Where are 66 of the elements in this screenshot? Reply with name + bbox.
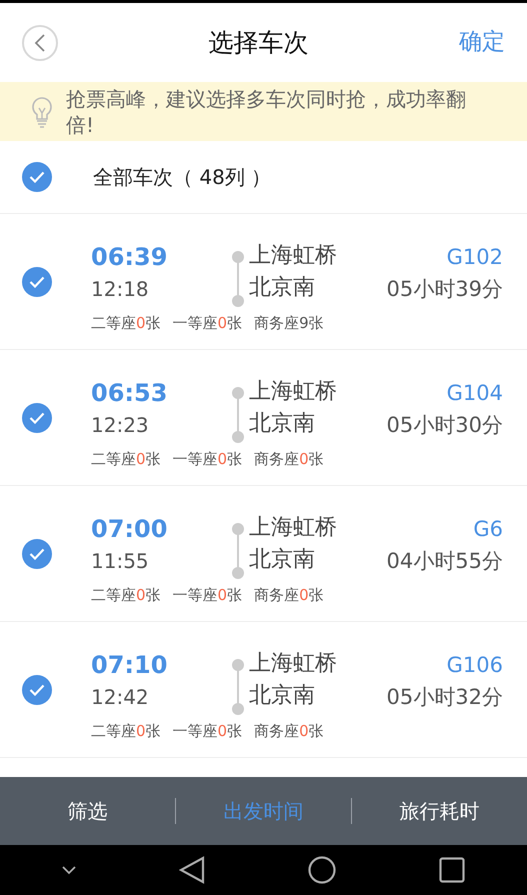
- seat-availability: 一等座0张: [172, 721, 242, 742]
- sort-tab[interactable]: 旅行耗时: [352, 790, 527, 832]
- tip-text: 抢票高峰，建议选择多车次同时抢，成功率翻倍!: [66, 86, 467, 138]
- seat-availability: 一等座0张: [172, 313, 242, 334]
- route-line-icon: [231, 386, 245, 444]
- arrival-time: 12:18: [91, 276, 150, 303]
- departure-time: 06:53: [91, 378, 168, 409]
- checkmark-icon: [29, 412, 45, 424]
- departure-station: 上海虹桥: [249, 514, 337, 542]
- seat-availability: 商务座0张: [254, 449, 324, 470]
- route-line-icon: [231, 250, 245, 308]
- arrival-time: 11:55: [91, 548, 150, 575]
- checkbox[interactable]: [22, 674, 52, 704]
- arrival-station: 北京南: [249, 274, 316, 302]
- train-number: G6: [472, 516, 503, 543]
- arrival-station: 北京南: [249, 410, 316, 438]
- train-number: G102: [446, 244, 503, 271]
- back-button[interactable]: [22, 24, 58, 60]
- seat-availability: 商务座0张: [254, 721, 324, 742]
- departure-time: 07:00: [91, 514, 168, 545]
- departure-station: 上海虹桥: [249, 650, 337, 678]
- back-icon[interactable]: [178, 856, 205, 884]
- checkmark-icon: [29, 684, 45, 696]
- seat-availability: 二等座0张: [91, 585, 161, 606]
- home-icon[interactable]: [308, 856, 336, 884]
- arrival-time: 12:23: [91, 412, 150, 439]
- arrival-station: 北京南: [249, 682, 316, 710]
- departure-station: 上海虹桥: [249, 242, 337, 270]
- seat-availability: 商务座0张: [254, 585, 324, 606]
- sort-tab[interactable]: 筛选: [0, 790, 175, 832]
- arrival-time: 12:42: [91, 684, 150, 711]
- checkbox[interactable]: [22, 162, 52, 192]
- select-all-label: 全部车次（ 48列 ）: [93, 164, 272, 191]
- train-row[interactable]: 07:10 12:42 上海虹桥 北京南 G106 05小时32分 二等座0张 一等座0张 商务座0张: [0, 622, 527, 758]
- train-number: G104: [446, 380, 503, 407]
- route-line-icon: [231, 522, 245, 580]
- seat-availability: 商务座9张: [254, 313, 324, 334]
- seat-availability: 一等座0张: [172, 449, 242, 470]
- seat-availability: 二等座0张: [91, 721, 161, 742]
- train-row[interactable]: 07:00 11:55 上海虹桥 北京南 G6 04小时55分 二等座0张 一等座0张 商务座0张: [0, 486, 527, 622]
- travel-duration: 05小时32分: [386, 684, 503, 711]
- checkmark-icon: [29, 171, 45, 183]
- departure-time: 06:39: [91, 242, 168, 273]
- seat-availability: 一等座0张: [172, 585, 242, 606]
- chevron-left-icon: [34, 34, 46, 52]
- recent-apps-icon[interactable]: [439, 857, 466, 883]
- train-row[interactable]: 06:39 12:18 上海虹桥 北京南 G102 05小时39分 二等座0张 一等座0张 商务座9张: [0, 214, 527, 350]
- route-line-icon: [231, 658, 245, 716]
- checkbox[interactable]: [22, 266, 52, 296]
- train-row[interactable]: 06:53 12:23 上海虹桥 北京南 G104 05小时30分 二等座0张 一等座0张 商务座0张: [0, 350, 527, 486]
- seat-availability: 二等座0张: [91, 313, 161, 334]
- train-number: G106: [446, 652, 503, 679]
- departure-time: 07:10: [91, 650, 168, 681]
- checkmark-icon: [29, 548, 45, 560]
- arrival-station: 北京南: [249, 546, 316, 574]
- departure-station: 上海虹桥: [249, 378, 337, 406]
- travel-duration: 05小时39分: [386, 276, 503, 303]
- checkmark-icon: [29, 276, 45, 288]
- seat-availability: 二等座0张: [91, 449, 161, 470]
- checkbox[interactable]: [22, 402, 52, 432]
- travel-duration: 04小时55分: [386, 548, 503, 575]
- lightbulb-icon: [30, 96, 54, 128]
- hide-keyboard-icon[interactable]: [62, 866, 76, 874]
- page-title: 选择车次: [208, 26, 308, 59]
- travel-duration: 05小时30分: [386, 412, 503, 439]
- checkbox[interactable]: [22, 538, 52, 568]
